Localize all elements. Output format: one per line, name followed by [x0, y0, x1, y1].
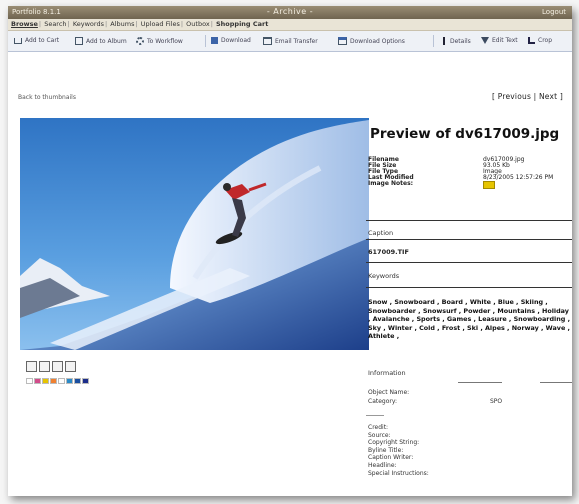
next-link[interactable]: Next	[539, 92, 557, 101]
field-source: Source:	[368, 431, 391, 439]
color-labels	[26, 378, 90, 384]
crop-button[interactable]: Crop	[528, 37, 552, 44]
nav-shopping-cart[interactable]: Shopping Cart	[216, 20, 268, 28]
sticky-note-icon[interactable]	[483, 181, 495, 189]
divider	[366, 262, 572, 263]
edit-text-icon	[481, 37, 489, 44]
keywords-list: Snow , Snowboard , Board , White , Blue …	[368, 298, 570, 340]
nav-keywords[interactable]: Keywords	[73, 20, 104, 28]
color-label-swatch[interactable]	[66, 378, 73, 384]
gear-icon	[136, 37, 144, 45]
toolbar-divider	[433, 35, 434, 47]
preview-image	[20, 118, 369, 350]
color-label-swatch[interactable]	[26, 378, 33, 384]
action-toolbar: Add to Cart Add to Album To Workflow Dow…	[8, 31, 572, 52]
archive-window: Portfolio 8.1.1 - Archive - Logout Brows…	[8, 6, 572, 496]
nav-search[interactable]: Search	[44, 20, 66, 28]
edit-text-label: Edit Text	[492, 37, 518, 44]
previous-link[interactable]: Previous	[498, 92, 531, 101]
info-icon	[443, 37, 447, 45]
divider	[366, 220, 572, 221]
color-label-swatch[interactable]	[74, 378, 81, 384]
iptc-fields: Credit: Source: Copyright String: Byline…	[368, 424, 429, 477]
window-icon	[338, 37, 347, 45]
to-workflow-button[interactable]: To Workflow	[136, 37, 183, 45]
download-label: Download	[221, 37, 251, 44]
pager-divider: |	[533, 92, 537, 101]
information-label: Information	[368, 369, 406, 377]
download-options-label: Download Options	[350, 37, 405, 45]
field-caption-writer: Caption Writer:	[368, 454, 414, 462]
crop-label: Crop	[538, 37, 553, 44]
pager: [ Previous | Next ]	[492, 92, 563, 101]
nav-browse[interactable]: Browse	[11, 20, 38, 28]
metadata-value	[483, 181, 563, 189]
divider	[540, 382, 572, 383]
album-icon	[75, 37, 83, 45]
window-title: - Archive -	[266, 7, 314, 16]
main-nav: Browse| Search| Keywords| Albums| Upload…	[8, 19, 572, 31]
add-to-cart-label: Add to Cart	[25, 37, 60, 44]
color-label-swatch[interactable]	[50, 378, 57, 384]
color-label-swatch[interactable]	[42, 378, 49, 384]
caption-value: 617009.TIF	[368, 248, 409, 256]
cart-icon	[14, 37, 22, 44]
pager-bracket: ]	[559, 92, 563, 101]
nav-albums[interactable]: Albums	[110, 20, 134, 28]
preview-title: Preview of dv617009.jpg	[370, 126, 560, 142]
metadata-table: Filename dv617009.jpg File Size 93.05 Kb…	[368, 157, 563, 189]
title-bar: Portfolio 8.1.1 - Archive - Logout	[8, 6, 572, 19]
color-label-swatch[interactable]	[82, 378, 89, 384]
rotate-right-button[interactable]	[39, 361, 50, 372]
pager-bracket: [	[492, 92, 496, 101]
nav-upload-files[interactable]: Upload Files	[141, 20, 180, 28]
field-credit: Credit:	[368, 424, 389, 431]
category-value: SPO	[490, 398, 503, 405]
field-copyright: Copyright String:	[368, 439, 420, 447]
details-label: Details	[450, 37, 471, 45]
object-name-label: Object Name:	[368, 389, 410, 396]
crop-icon	[528, 37, 535, 44]
mark-button[interactable]	[65, 361, 76, 372]
divider	[458, 382, 502, 383]
details-button[interactable]: Details	[441, 37, 471, 45]
image-tools	[26, 361, 78, 372]
download-button[interactable]: Download	[211, 37, 251, 44]
logout-link[interactable]: Logout	[542, 8, 566, 16]
rotate-left-button[interactable]	[26, 361, 37, 372]
field-byline-title: Byline Title:	[368, 446, 404, 454]
nav-outbox[interactable]: Outbox	[186, 20, 210, 28]
to-workflow-label: To Workflow	[147, 37, 183, 45]
email-transfer-label: Email Transfer	[275, 37, 318, 45]
keywords-label: Keywords	[368, 272, 400, 280]
category-label: Category:	[368, 398, 397, 405]
disk-icon	[211, 37, 218, 44]
color-label-swatch[interactable]	[34, 378, 41, 384]
add-to-cart-button[interactable]: Add to Cart	[14, 37, 59, 44]
flip-button[interactable]	[52, 361, 63, 372]
email-transfer-icon	[263, 37, 272, 45]
download-options-button[interactable]: Download Options	[338, 37, 405, 45]
divider	[366, 287, 572, 288]
metadata-row: Image Notes:	[368, 181, 563, 189]
edit-text-button[interactable]: Edit Text	[481, 37, 518, 44]
color-label-swatch[interactable]	[58, 378, 65, 384]
field-special-instructions: Special Instructions:	[368, 469, 429, 477]
metadata-key: Image Notes:	[368, 180, 414, 187]
divider	[366, 239, 572, 240]
add-to-album-button[interactable]: Add to Album	[75, 37, 127, 45]
add-to-album-label: Add to Album	[86, 37, 127, 45]
field-headline: Headline:	[368, 461, 397, 469]
back-to-thumbnails-link[interactable]: Back to thumbnails	[18, 94, 76, 101]
divider	[366, 415, 384, 416]
caption-label: Caption	[368, 229, 394, 237]
email-transfer-button[interactable]: Email Transfer	[263, 37, 318, 45]
toolbar-divider	[205, 35, 206, 47]
